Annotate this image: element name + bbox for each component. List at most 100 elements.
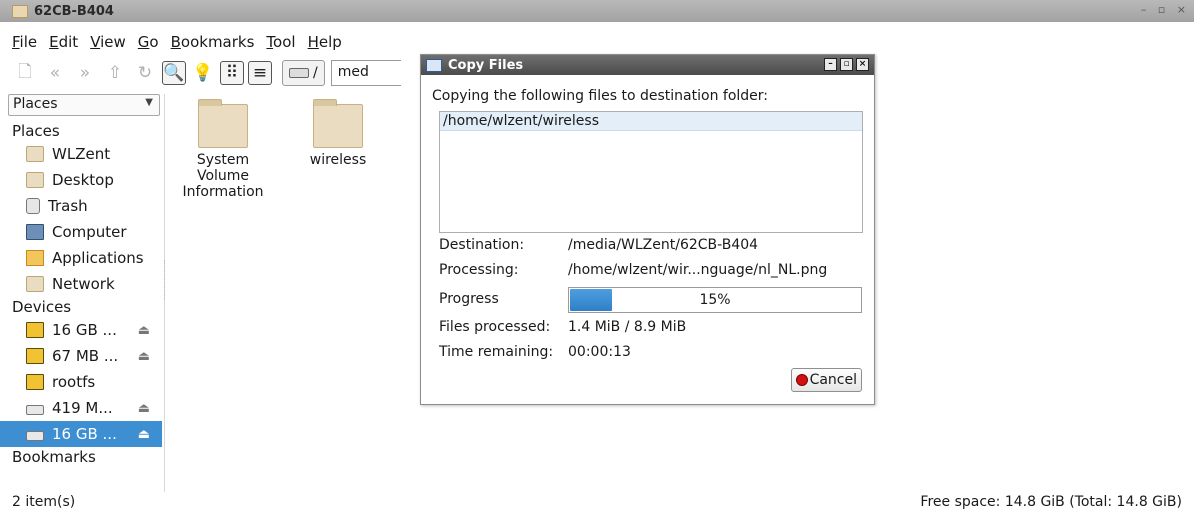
stop-icon [795, 374, 808, 386]
sidebar-item-wlzent[interactable]: WLZent [0, 141, 162, 167]
path-root-label: / [313, 65, 318, 81]
sidebar-item-label: Computer [52, 223, 127, 241]
menu-help[interactable]: Help [308, 33, 342, 55]
processing-label: Processing: [439, 262, 519, 278]
eject-icon[interactable]: ⏏ [138, 323, 150, 338]
sidebar-mode-value: Places [13, 96, 58, 112]
disk-icon [26, 405, 44, 415]
back-icon[interactable]: « [42, 60, 68, 86]
sidebar-list: Places WLZent Desktop Trash Computer App… [0, 121, 165, 467]
folder-icon [313, 99, 363, 148]
applications-icon [26, 250, 44, 266]
sidebar-item-label: Desktop [52, 171, 114, 189]
window-controls[interactable]: – ▫ × [1141, 3, 1190, 16]
path-segment[interactable]: med [330, 60, 401, 86]
file-item[interactable]: wireless [283, 99, 393, 168]
window-titlebar[interactable]: 62CB-B404 – ▫ × [0, 0, 1194, 22]
reload-icon[interactable]: ↻ [132, 60, 158, 86]
destination-label: Destination: [439, 237, 525, 253]
sidebar-item-device[interactable]: rootfs [0, 369, 162, 395]
folder-icon [198, 99, 248, 148]
window-icon [426, 58, 442, 72]
files-processed-value: 1.4 MiB / 8.9 MiB [568, 319, 687, 335]
sidebar-item-label: Network [52, 275, 115, 293]
progress-bar: 15% [568, 287, 862, 313]
folder-icon [12, 4, 28, 18]
bookmarks-heading[interactable]: Bookmarks [0, 447, 165, 467]
compact-view-icon[interactable]: ⠿ [220, 61, 244, 85]
destination-value: /media/WLZent/62CB-B404 [568, 237, 759, 253]
sidebar-item-device[interactable]: 67 MB ... ⏏ [0, 343, 162, 369]
close-icon[interactable]: × [856, 58, 869, 71]
menu-view[interactable]: View [90, 33, 126, 55]
window-title: 62CB-B404 [34, 3, 114, 19]
sidebar-item-desktop[interactable]: Desktop [0, 167, 162, 193]
icon-view-icon[interactable]: 🔍 [162, 61, 186, 85]
time-remaining-label: Time remaining: [439, 344, 554, 360]
sidebar-item-label: Applications [52, 249, 144, 267]
sidebar-item-label: 67 MB ... [52, 347, 119, 365]
sidebar-item-device[interactable]: 419 M... ⏏ [0, 395, 162, 421]
menubar: File Edit View Go Bookmarks Tool Help [0, 33, 354, 55]
toolbar: 🗋 « » ⇧ ↻ 🔍 💡 ⠿ ≡ / med [12, 58, 401, 88]
new-tab-icon[interactable]: 🗋 [12, 60, 38, 86]
minimize-icon[interactable]: – [824, 58, 837, 71]
sidebar-item-label: rootfs [52, 373, 96, 391]
menu-file[interactable]: File [12, 33, 37, 55]
file-name: System Volume Information [182, 152, 264, 200]
cancel-button[interactable]: Cancel [790, 368, 862, 392]
network-folder-icon [26, 276, 44, 292]
file-item[interactable]: System Volume Information [168, 99, 278, 200]
sidebar: Places ▼ Places WLZent Desktop Trash Com… [0, 94, 165, 492]
maximize-icon[interactable]: ▫ [840, 58, 853, 71]
sidebar-item-trash[interactable]: Trash [0, 193, 162, 219]
up-icon[interactable]: ⇧ [102, 60, 128, 86]
sidebar-item-label: Trash [48, 197, 88, 215]
trash-icon [26, 198, 40, 214]
cancel-label: Cancel [809, 372, 857, 388]
progress-label: Progress [439, 291, 499, 307]
forward-icon[interactable]: » [72, 60, 98, 86]
sidebar-splitter[interactable] [164, 260, 166, 300]
list-item[interactable]: /home/wlzent/wireless [440, 112, 862, 131]
dialog-titlebar[interactable]: Copy Files – ▫ × [421, 55, 874, 75]
devices-heading[interactable]: Devices [0, 297, 165, 317]
menu-edit[interactable]: Edit [49, 33, 78, 55]
file-name: wireless [309, 152, 367, 168]
detailed-view-icon[interactable]: ≡ [248, 61, 272, 85]
menu-tool[interactable]: Tool [266, 33, 295, 55]
disk-icon [26, 431, 44, 441]
places-heading[interactable]: Places [0, 121, 165, 141]
eject-icon[interactable]: ⏏ [138, 401, 150, 416]
sidebar-item-label: 16 GB ... [52, 425, 117, 443]
source-files-list[interactable]: /home/wlzent/wireless [439, 111, 863, 233]
sidebar-item-applications[interactable]: Applications [0, 245, 162, 271]
dialog-title: Copy Files [448, 57, 524, 73]
copy-files-dialog: Copy Files – ▫ × Copying the following f… [420, 54, 875, 405]
usb-drive-icon [26, 348, 44, 364]
sidebar-item-device[interactable]: 16 GB ... ⏏ [0, 317, 162, 343]
usb-drive-icon [26, 322, 44, 338]
chevron-down-icon: ▼ [145, 97, 153, 108]
computer-icon [26, 224, 44, 240]
sidebar-item-network[interactable]: Network [0, 271, 162, 297]
item-count: 2 item(s) [12, 494, 76, 510]
sidebar-item-label: 419 M... [52, 399, 113, 417]
eject-icon[interactable]: ⏏ [138, 349, 150, 364]
progress-text: 15% [699, 292, 731, 308]
home-folder-icon [26, 146, 44, 162]
processing-value: /home/wlzent/wir...nguage/nl_NL.png [568, 262, 828, 278]
eject-icon[interactable]: ⏏ [138, 427, 150, 442]
desktop-folder-icon [26, 172, 44, 188]
usb-drive-icon [26, 374, 44, 390]
free-space: Free space: 14.8 GiB (Total: 14.8 GiB) [920, 494, 1182, 510]
time-remaining-value: 00:00:13 [568, 344, 631, 360]
path-root-button[interactable]: / [282, 60, 325, 86]
sidebar-item-computer[interactable]: Computer [0, 219, 162, 245]
sidebar-item-label: 16 GB ... [52, 321, 117, 339]
menu-bookmarks[interactable]: Bookmarks [171, 33, 255, 55]
sidebar-item-device-selected[interactable]: 16 GB ... ⏏ [0, 421, 162, 447]
sidebar-mode-select[interactable]: Places ▼ [8, 94, 160, 116]
menu-go[interactable]: Go [138, 33, 159, 55]
thumbnail-view-icon[interactable]: 💡 [190, 60, 216, 86]
